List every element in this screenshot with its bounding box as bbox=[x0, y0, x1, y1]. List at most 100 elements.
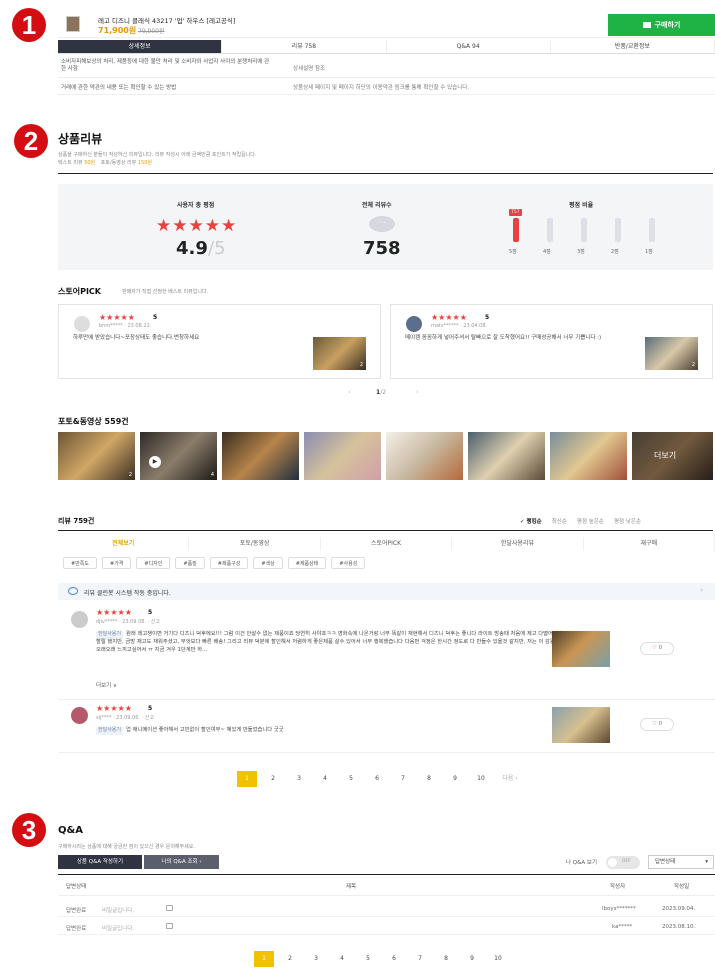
pick-next-icon[interactable]: › bbox=[416, 388, 419, 396]
sort-latest[interactable]: 최신순 bbox=[552, 517, 567, 525]
pick-prev-icon[interactable]: ‹ bbox=[348, 388, 351, 396]
page-button[interactable]: 4 bbox=[332, 951, 352, 967]
page-button[interactable]: 8 bbox=[436, 951, 456, 967]
review-more-link[interactable]: 더보기 ∨ bbox=[96, 681, 117, 689]
page-button[interactable]: 5 bbox=[358, 951, 378, 967]
chip[interactable]: #사용성 bbox=[331, 557, 366, 569]
page-button[interactable]: 3 bbox=[306, 951, 326, 967]
pick-pagination: 1/2 bbox=[376, 389, 386, 396]
points-photo-label: 포토/동영상 리뷰 bbox=[100, 160, 137, 166]
chip[interactable]: #디자인 bbox=[136, 557, 171, 569]
review-points: 텍스트 리뷰 50원 포토/동영상 리뷰 150원 bbox=[58, 159, 152, 166]
page-button[interactable]: 10 bbox=[471, 771, 491, 787]
page-button[interactable]: 2 bbox=[280, 951, 300, 967]
filter-store-pick[interactable]: 스토어PICK bbox=[321, 537, 453, 551]
status-select[interactable]: 답변상태 ▾ bbox=[648, 855, 714, 869]
sort-ranking[interactable]: ✓ 랭킹순 bbox=[520, 517, 542, 525]
page-button[interactable]: 7 bbox=[393, 771, 413, 787]
chip[interactable]: #색상 bbox=[253, 557, 283, 569]
review-count: 758 bbox=[363, 238, 401, 259]
qa-col-author: 작성자 bbox=[610, 884, 626, 890]
my-qa-toggle[interactable]: OFF bbox=[606, 856, 640, 869]
thumbs-up-icon: ♡ bbox=[651, 645, 657, 651]
page-button[interactable]: 6 bbox=[367, 771, 387, 787]
cleanbot-banner[interactable]: 리뷰 클린봇 시스템 작동 중입니다. › bbox=[58, 583, 715, 600]
ratio-bar-fill bbox=[513, 218, 519, 242]
product-original-price: 79,900원 bbox=[138, 28, 165, 35]
filter-repurchase[interactable]: 재구매 bbox=[584, 537, 715, 551]
rating-stars: ★★★★★ bbox=[156, 216, 238, 236]
pick-image[interactable]: 2 bbox=[313, 337, 366, 370]
pick-score: 5 bbox=[485, 314, 490, 321]
pick-image[interactable]: 2 bbox=[645, 337, 698, 370]
page-button[interactable]: 5 bbox=[341, 771, 361, 787]
photo-thumb[interactable] bbox=[550, 432, 627, 480]
ratio-bar bbox=[547, 218, 553, 242]
tab-reviews[interactable]: 리뷰 758 bbox=[222, 40, 387, 53]
like-button[interactable]: ♡ 0 bbox=[640, 718, 674, 731]
tab-return-info[interactable]: 반품/교환정보 bbox=[551, 40, 715, 53]
qa-row[interactable]: 답변완료 비밀글입니다. lboys******* 2023.09.04. bbox=[58, 900, 715, 917]
page-button[interactable]: 1 bbox=[237, 771, 257, 787]
review-meta: sij**** · 23.09.06. · 신고 bbox=[96, 715, 154, 721]
like-button[interactable]: ♡ 0 bbox=[640, 642, 674, 655]
chip[interactable]: #만족도 bbox=[63, 557, 97, 569]
review-image[interactable] bbox=[552, 707, 610, 743]
chip[interactable]: #제품상태 bbox=[287, 557, 327, 569]
photo-thumb[interactable] bbox=[304, 432, 381, 480]
photo-thumb[interactable]: 2 bbox=[58, 432, 135, 480]
review-image[interactable] bbox=[552, 631, 610, 667]
sort-low[interactable]: 평점 낮은순 bbox=[614, 517, 641, 525]
page-next-button[interactable]: 다음 › bbox=[497, 771, 523, 787]
pick-text: 하루만에 받았습니다~포장상태도 좋습니다.번창하세요 bbox=[73, 335, 200, 341]
page-button[interactable]: 3 bbox=[289, 771, 309, 787]
video-thumb[interactable]: ▶ 4 bbox=[140, 432, 217, 480]
qa-date: 2023.09.04. bbox=[662, 906, 696, 912]
qa-row[interactable]: 답변완료 비밀글입니다. ka***** 2023.08.10. bbox=[58, 918, 715, 935]
qa-pagination: 1 2 3 4 5 6 7 8 9 10 bbox=[254, 951, 508, 967]
review-list-title: 리뷰 759건 bbox=[58, 517, 95, 525]
eye-icon bbox=[68, 587, 78, 595]
page-button[interactable]: 9 bbox=[462, 951, 482, 967]
points-text-value: 50원 bbox=[84, 160, 96, 166]
status-select-value: 답변상태 bbox=[655, 859, 676, 865]
page-button[interactable]: 6 bbox=[384, 951, 404, 967]
page-button[interactable]: 8 bbox=[419, 771, 439, 787]
more-photos-button[interactable]: 더보기 bbox=[632, 432, 713, 480]
page-button[interactable]: 4 bbox=[315, 771, 335, 787]
chip[interactable]: #가격 bbox=[102, 557, 132, 569]
avatar bbox=[71, 707, 88, 724]
buy-button[interactable]: 구매하기 bbox=[608, 14, 715, 36]
chip[interactable]: #제품구성 bbox=[209, 557, 249, 569]
page-button[interactable]: 2 bbox=[263, 771, 283, 787]
pick-stars: ★★★★★ bbox=[99, 313, 135, 322]
sort-high[interactable]: 평점 높은순 bbox=[577, 517, 604, 525]
avatar bbox=[406, 316, 422, 332]
chip[interactable]: #품질 bbox=[175, 557, 205, 569]
filter-photo[interactable]: 포토/동영상 bbox=[189, 537, 321, 551]
page-button[interactable]: 7 bbox=[410, 951, 430, 967]
write-qa-button[interactable]: 상품 Q&A 작성하기 bbox=[58, 855, 142, 869]
review-score: 5 bbox=[148, 705, 153, 712]
ratio-bar bbox=[649, 218, 655, 242]
page-button[interactable]: 10 bbox=[488, 951, 508, 967]
tab-qa[interactable]: Q&A 94 bbox=[387, 40, 551, 53]
qa-title-text: 비밀글입니다. bbox=[102, 926, 135, 932]
filter-all[interactable]: 전체보기 bbox=[58, 537, 190, 551]
detail-tabs: 상세정보 리뷰 758 Q&A 94 반품/교환정보 bbox=[58, 40, 715, 54]
product-bar: 레고 디즈니 클래식 43217 '업' 하우스 [레고공식] 71,900원 … bbox=[58, 14, 715, 38]
photo-thumb[interactable] bbox=[468, 432, 545, 480]
filter-month-use[interactable]: 한달사용리뷰 bbox=[452, 537, 584, 551]
review-text: 원래 레고쟁이면 거기다 디즈니 덕후에요!!! 그럼 이건 안살수 없는 제품… bbox=[96, 631, 563, 653]
toggle-state: OFF bbox=[622, 859, 631, 864]
pick-card[interactable]: ★★★★★ 5 mats****** · 23.04.08. 메이캠 꼼꼼하게 … bbox=[390, 304, 713, 379]
ratio-label: 1점 bbox=[645, 249, 653, 255]
page-button[interactable]: 1 bbox=[254, 951, 274, 967]
tab-detail[interactable]: 상세정보 bbox=[58, 40, 223, 53]
ratio-bar bbox=[615, 218, 621, 242]
page-button[interactable]: 9 bbox=[445, 771, 465, 787]
photo-thumb[interactable] bbox=[386, 432, 463, 480]
pick-card[interactable]: ★★★★★ 5 bnm***** · 23.08.22. 하루만에 받았습니다~… bbox=[58, 304, 381, 379]
my-qa-button[interactable]: 나의 Q&A 조회 › bbox=[144, 855, 219, 869]
photo-thumb[interactable] bbox=[222, 432, 299, 480]
